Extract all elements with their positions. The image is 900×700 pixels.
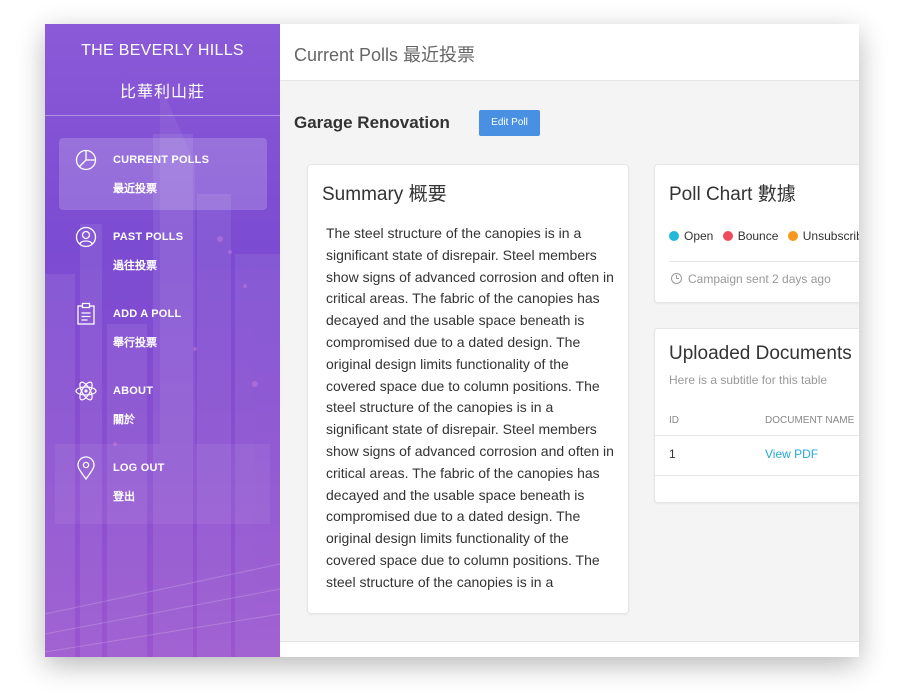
- atom-icon: [75, 381, 97, 401]
- main-content: Garage Renovation Edit Poll Summary 概要 T…: [280, 81, 859, 641]
- divider: [669, 261, 859, 262]
- divider: [45, 115, 280, 116]
- legend-label: Bounce: [737, 229, 779, 243]
- summary-card: Summary 概要 The steel structure of the ca…: [307, 164, 629, 614]
- sidebar-item-sublabel: 關於: [113, 414, 135, 426]
- legend-item-open: Open: [669, 229, 713, 243]
- brand-title: THE BEVERLY HILLS: [81, 42, 244, 59]
- legend-dot: [669, 231, 679, 241]
- app-window: THE BEVERLY HILLS 比華利山莊 CURRENT POLLS 最近…: [45, 24, 859, 657]
- campaign-status-text: Campaign sent 2 days ago: [688, 272, 831, 286]
- legend-label: Open: [684, 229, 714, 243]
- column-header-id: ID: [669, 415, 679, 426]
- sidebar-item-add-a-poll[interactable]: ADD A POLL 舉行投票: [59, 292, 267, 364]
- brand-subtitle: 比華利山莊: [119, 84, 205, 101]
- chart-legend: Open Bounce Unsubscribe: [669, 229, 859, 243]
- campaign-status: Campaign sent 2 days ago: [671, 272, 831, 286]
- legend-item-unsubscribe: Unsubscribe: [787, 229, 859, 243]
- clock-icon: [671, 273, 682, 284]
- sidebar-item-sublabel: 過往投票: [113, 260, 157, 272]
- pie-chart-icon: [75, 149, 97, 171]
- legend-dot: [787, 231, 798, 241]
- divider: [655, 435, 859, 436]
- sidebar: THE BEVERLY HILLS 比華利山莊 CURRENT POLLS 最近…: [45, 24, 280, 657]
- summary-text: The steel structure of the canopies is i…: [326, 225, 614, 590]
- location-pin-icon: [77, 456, 95, 480]
- legend-label: Unsubscribe: [802, 229, 859, 243]
- divider: [655, 475, 859, 476]
- brand: THE BEVERLY HILLS 比華利山莊: [45, 24, 280, 116]
- sidebar-item-sublabel: 登出: [113, 491, 135, 503]
- view-pdf-link[interactable]: View PDF: [765, 447, 818, 461]
- documents-subtitle: Here is a subtitle for this table: [669, 373, 828, 387]
- sidebar-item-label: ADD A POLL: [113, 308, 182, 320]
- sidebar-item-label: PAST POLLS: [113, 231, 184, 243]
- legend-dot: [722, 231, 733, 241]
- edit-poll-button[interactable]: Edit Poll: [479, 110, 540, 136]
- footer-bar: [280, 641, 859, 657]
- sidebar-item-current-polls[interactable]: CURRENT POLLS 最近投票: [59, 138, 267, 210]
- uploaded-documents-card: Uploaded Documents Here is a subtitle fo…: [654, 328, 859, 503]
- poll-chart-card: Poll Chart 數據 Open Bounce Unsubscribe Ca…: [654, 164, 859, 303]
- user-icon: [75, 226, 97, 248]
- column-header-document-name: DOCUMENT NAME: [765, 415, 855, 426]
- legend-item-bounce: Bounce: [722, 229, 779, 243]
- sidebar-item-label: CURRENT POLLS: [113, 154, 210, 166]
- clipboard-icon: [77, 302, 95, 325]
- sidebar-item-log-out[interactable]: LOG OUT 登出: [59, 446, 267, 518]
- sidebar-item-label: LOG OUT: [113, 462, 165, 474]
- sidebar-item-sublabel: 最近投票: [113, 183, 157, 195]
- sidebar-item-about[interactable]: ABOUT 關於: [59, 369, 267, 441]
- top-header: Current Polls 最近投票: [280, 24, 859, 81]
- table-cell-id: 1: [669, 447, 676, 461]
- sidebar-item-past-polls[interactable]: PAST POLLS 過往投票: [59, 215, 267, 287]
- page-title: Current Polls 最近投票: [294, 45, 476, 65]
- poll-chart-title: Poll Chart 數據: [669, 184, 796, 205]
- summary-title: Summary 概要: [322, 184, 447, 205]
- sidebar-item-label: ABOUT: [113, 385, 154, 397]
- documents-title: Uploaded Documents: [669, 343, 852, 364]
- sidebar-item-sublabel: 舉行投票: [113, 337, 157, 349]
- poll-title: Garage Renovation: [294, 113, 450, 132]
